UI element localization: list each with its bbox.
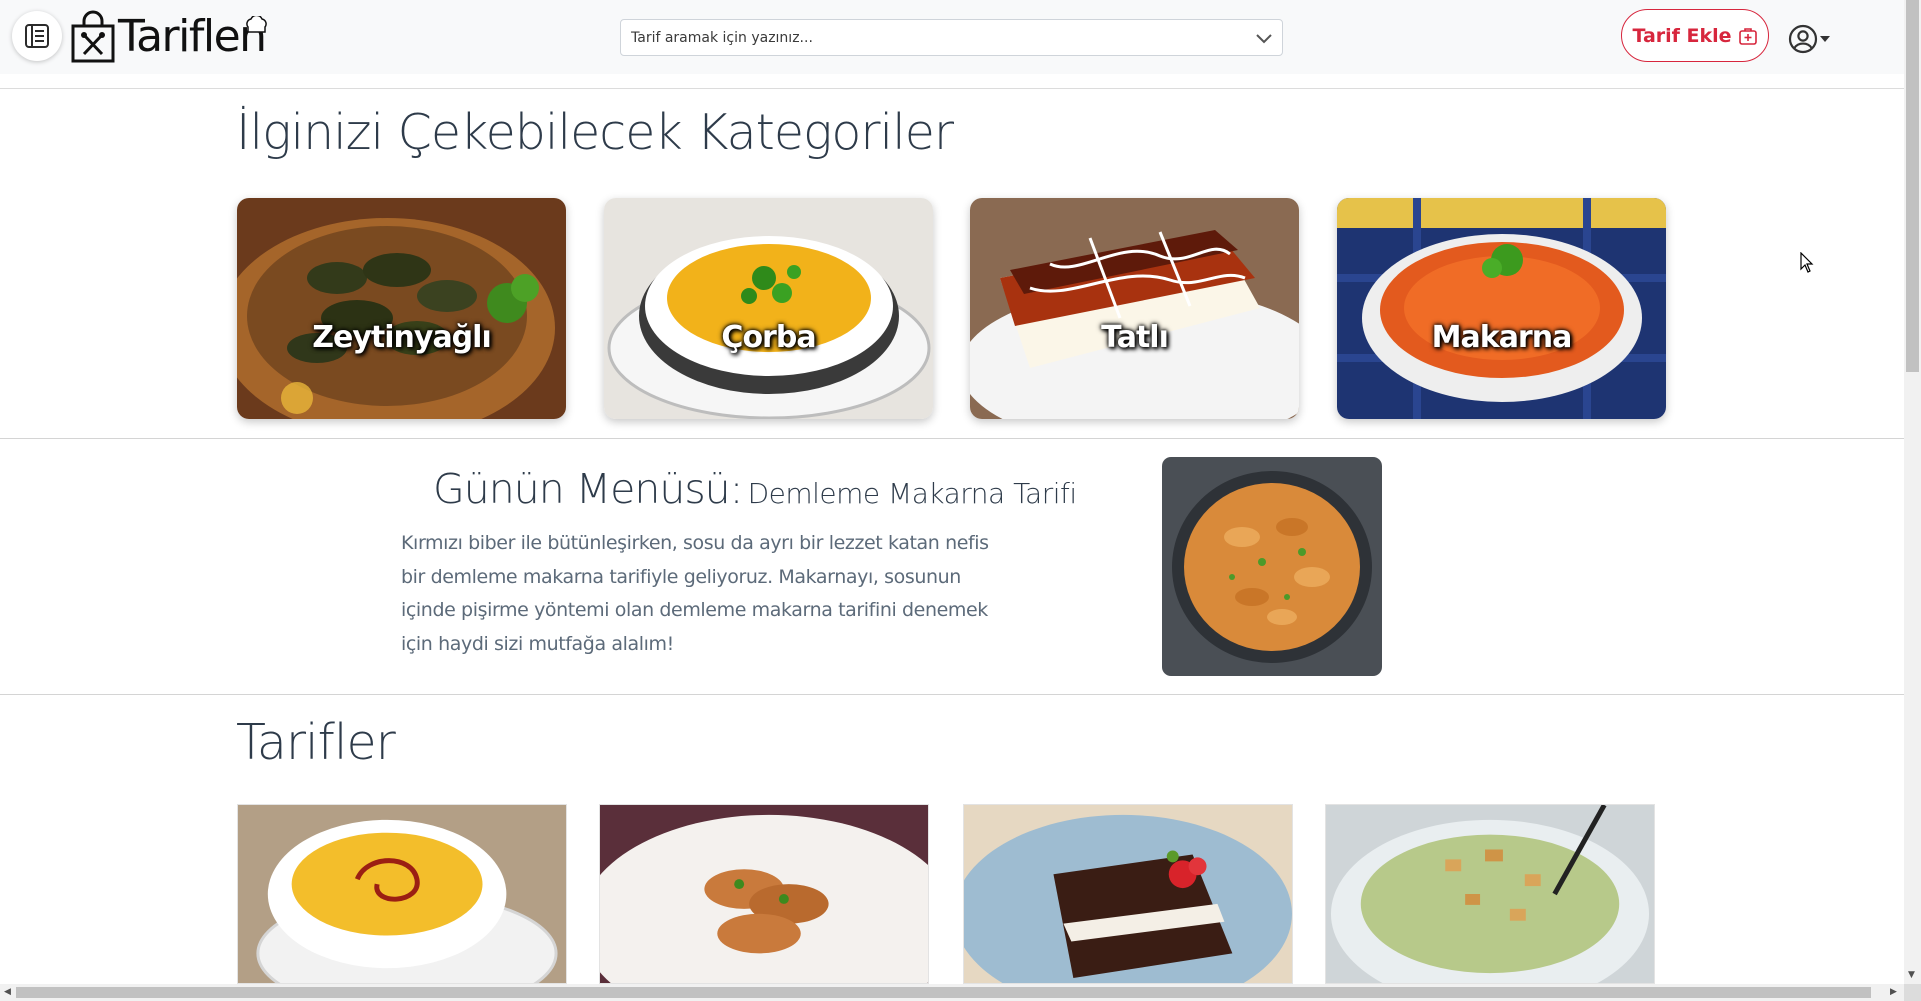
scroll-left-arrow-icon[interactable]: ◀	[4, 987, 11, 997]
stuffed-grape-leaves-image	[237, 198, 566, 419]
category-card-corba[interactable]: Çorba	[604, 198, 933, 419]
category-label: Çorba	[721, 320, 816, 355]
chocolate-cake-image	[964, 805, 1292, 983]
day-menu-description: Kırmızı biber ile bütünleşirken, sosu da…	[401, 532, 989, 655]
recipe-search-select[interactable]	[620, 19, 1283, 56]
trilece-dessert-image	[970, 198, 1299, 419]
horizontal-scroll-thumb[interactable]	[16, 987, 1871, 998]
scroll-right-arrow-icon[interactable]: ▶	[1890, 987, 1897, 997]
mouse-pointer-icon	[1800, 252, 1814, 273]
category-card-zeytinyagli[interactable]: Zeytinyağlı	[237, 198, 566, 419]
list-icon	[25, 24, 49, 48]
day-menu-lead: Günün Menüsü:	[433, 465, 743, 513]
site-logo[interactable]: Tariflen	[70, 10, 267, 64]
demleme-pasta-image	[1162, 457, 1382, 676]
vertical-scroll-thumb[interactable]	[1906, 0, 1919, 372]
recipes-title: Tarifler	[236, 714, 396, 771]
caesar-salad-image	[1326, 805, 1654, 983]
user-circle-icon	[1788, 24, 1818, 54]
scrollbar-corner	[1904, 984, 1921, 1001]
day-menu-recipe-name[interactable]: Demleme Makarna Tarifi	[748, 477, 1078, 510]
recipe-card[interactable]	[963, 804, 1293, 984]
category-label: Tatlı	[1101, 320, 1169, 355]
day-menu-image[interactable]	[1162, 457, 1382, 676]
add-recipe-button[interactable]: Tarif Ekle	[1621, 9, 1769, 62]
section-divider	[0, 694, 1904, 695]
scroll-down-arrow-icon[interactable]: ▼	[1908, 970, 1915, 980]
category-card-makarna[interactable]: Makarna	[1337, 198, 1666, 419]
user-menu-dropdown[interactable]	[1788, 22, 1836, 56]
recipe-card[interactable]	[1325, 804, 1655, 984]
add-recipe-label: Tarif Ekle	[1632, 24, 1732, 47]
category-label: Zeytinyağlı	[312, 320, 491, 355]
caret-down-icon	[1820, 36, 1830, 42]
header-divider	[0, 88, 1904, 89]
first-aid-bag-icon	[1738, 27, 1757, 45]
section-divider	[0, 438, 1904, 439]
search-input[interactable]	[621, 20, 1282, 55]
categories-title: İlginizi Çekebilecek Kategoriler	[236, 104, 954, 161]
day-menu-title: Günün Menüsü: Demleme Makarna Tarifi	[433, 465, 1077, 513]
chevron-down-icon[interactable]	[1255, 31, 1273, 45]
spaghetti-image	[1337, 198, 1666, 419]
vertical-scrollbar[interactable]: ▲ ▼	[1904, 0, 1921, 984]
recipe-card[interactable]	[599, 804, 929, 984]
lentil-soup-image	[238, 805, 566, 983]
shopping-bag-utensils-icon	[71, 10, 115, 63]
horizontal-scrollbar[interactable]: ◀ ▶	[0, 984, 1904, 1001]
category-card-tatli[interactable]: Tatlı	[970, 198, 1299, 419]
sidebar-toggle-button[interactable]	[12, 11, 62, 61]
kadayif-dessert-image	[600, 805, 928, 983]
recipe-card[interactable]	[237, 804, 567, 984]
chef-hat-icon	[245, 16, 267, 33]
lentil-soup-image	[604, 198, 933, 419]
category-label: Makarna	[1431, 320, 1573, 355]
